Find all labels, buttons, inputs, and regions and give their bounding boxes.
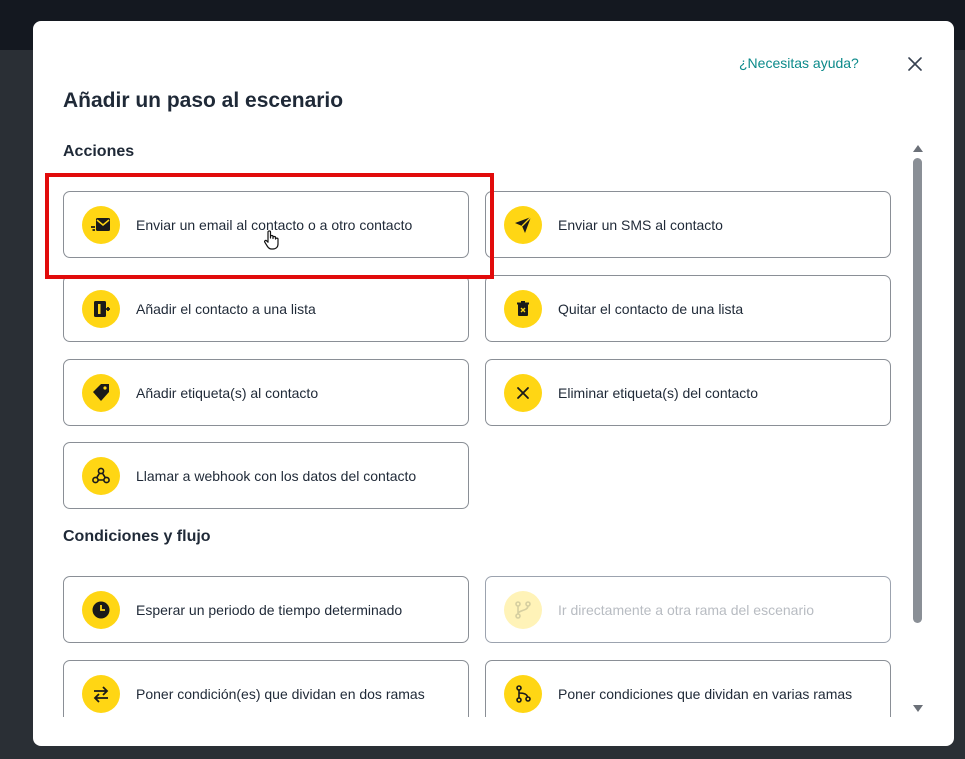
- scrollbar[interactable]: [910, 141, 926, 719]
- card-label: Añadir el contacto a una lista: [136, 300, 316, 317]
- card-label: Esperar un periodo de tiempo determinado: [136, 601, 403, 618]
- scroll-thumb[interactable]: [913, 158, 922, 623]
- add-list-icon: [82, 289, 120, 328]
- clock-icon: [82, 590, 120, 629]
- card-remove-from-list[interactable]: Quitar el contacto de una lista: [485, 275, 891, 342]
- card-go-to-branch: Ir directamente a otra rama del escenari…: [485, 576, 891, 643]
- card-label: Eliminar etiqueta(s) del contacto: [558, 384, 758, 401]
- card-split-multiple[interactable]: Poner condiciones que dividan en varias …: [485, 660, 891, 717]
- close-icon: [908, 57, 922, 71]
- tag-icon: [82, 373, 120, 412]
- card-wait-period[interactable]: Esperar un periodo de tiempo determinado: [63, 576, 469, 643]
- card-label: Quitar el contacto de una lista: [558, 300, 744, 317]
- card-send-email[interactable]: Enviar un email al contacto o a otro con…: [63, 191, 469, 258]
- trash-icon: [504, 289, 542, 328]
- help-link[interactable]: ¿Necesitas ayuda?: [739, 55, 859, 71]
- card-add-tags[interactable]: Añadir etiqueta(s) al contacto: [63, 359, 469, 426]
- card-call-webhook[interactable]: Llamar a webhook con los datos del conta…: [63, 442, 469, 509]
- add-step-modal: ¿Necesitas ayuda? Añadir un paso al esce…: [33, 21, 954, 746]
- scroll-down-arrow-icon[interactable]: [913, 705, 923, 712]
- send-arrow-icon: [504, 205, 542, 244]
- card-label: Ir directamente a otra rama del escenari…: [558, 601, 815, 618]
- steps-list: Acciones Enviar un email al contacto o a…: [33, 131, 923, 717]
- section-title-acciones: Acciones: [63, 143, 135, 160]
- card-label: Añadir etiqueta(s) al contacto: [136, 384, 319, 401]
- modal-title: Añadir un paso al escenario: [63, 89, 344, 112]
- close-button[interactable]: [903, 52, 927, 76]
- x-icon: [504, 373, 542, 412]
- card-label: Enviar un SMS al contacto: [558, 216, 723, 233]
- section-title-condiciones: Condiciones y flujo: [63, 528, 211, 545]
- card-remove-tags[interactable]: Eliminar etiqueta(s) del contacto: [485, 359, 891, 426]
- card-label: Poner condición(es) que dividan en dos r…: [136, 685, 425, 702]
- email-send-icon: [82, 205, 120, 244]
- scroll-up-arrow-icon[interactable]: [913, 145, 923, 152]
- card-label: Enviar un email al contacto o a otro con…: [136, 216, 413, 233]
- card-send-sms[interactable]: Enviar un SMS al contacto: [485, 191, 891, 258]
- split-arrows-icon: [82, 674, 120, 713]
- card-split-two[interactable]: Poner condición(es) que dividan en dos r…: [63, 660, 469, 717]
- card-label: Llamar a webhook con los datos del conta…: [136, 467, 417, 484]
- card-label: Poner condiciones que dividan en varias …: [558, 685, 853, 702]
- webhook-icon: [82, 456, 120, 495]
- multi-branch-icon: [504, 674, 542, 713]
- card-add-to-list[interactable]: Añadir el contacto a una lista: [63, 275, 469, 342]
- branch-icon: [504, 590, 542, 629]
